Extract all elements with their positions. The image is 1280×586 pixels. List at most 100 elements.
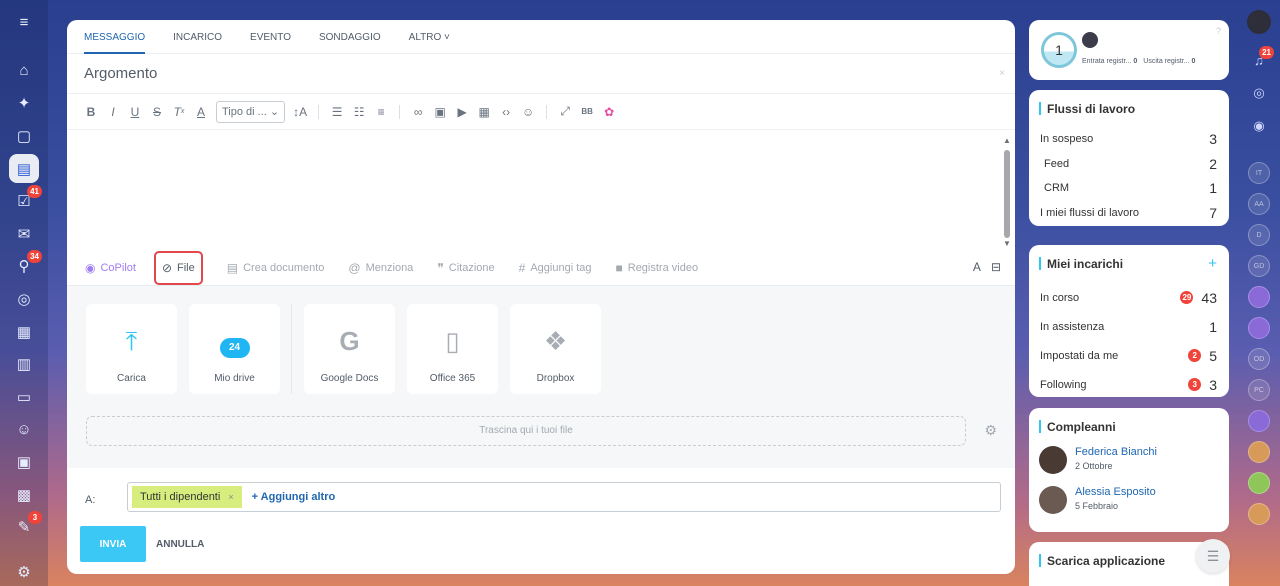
close-icon[interactable]: × [999,68,1005,79]
birthday-item[interactable]: Alessia Esposito 5 Febbraio [1029,486,1229,514]
tab-more[interactable]: ALTRO ˅ [409,20,450,54]
chat-avatar[interactable] [1248,410,1270,432]
tasks-icon[interactable]: ☑ 41 [9,184,42,216]
scroll-thumb[interactable] [1004,150,1010,238]
target-icon[interactable]: ◎ [9,285,39,314]
birthday-name[interactable]: Federica Bianchi [1075,446,1157,458]
add-tag-button[interactable]: # Aggiungi tag [519,255,592,281]
chat-avatar[interactable] [1248,286,1270,308]
file-dropzone[interactable]: Trascina qui i tuoi file [86,416,966,446]
workflows-pending-row[interactable]: In sospeso 3 [1029,126,1229,152]
code-icon[interactable]: ‹› [496,101,516,123]
close-icon[interactable]: × [228,486,233,508]
filter-icon[interactable]: ⚲ 34 [9,250,42,281]
users-icon[interactable]: ☺ [9,415,39,444]
ai-image-icon[interactable]: ✿ [599,101,619,123]
bold-icon[interactable]: B [81,101,101,123]
send-button[interactable]: INVIA [80,526,146,562]
menu-fab-button[interactable]: ☰ [1196,539,1230,573]
chat-avatar[interactable]: PC [1248,379,1270,401]
bell-icon[interactable]: ♫ 21 [1247,46,1274,72]
copilot-icon[interactable]: ◎ [1247,81,1271,105]
chat-avatar[interactable]: OD [1248,348,1270,370]
tasks-title[interactable]: Miei incarichi + [1029,245,1229,272]
record-video-button[interactable]: ■ Registra video [616,255,699,281]
chat-icon[interactable]: ▢ [9,122,39,151]
avatar[interactable] [1247,10,1271,34]
birthday-item[interactable]: Federica Bianchi 2 Ottobre [1029,446,1229,474]
tasks-following-row[interactable]: Following 3 3 [1029,370,1229,399]
tasks-set-by-me-row[interactable]: Impostati da me 2 5 [1029,341,1229,370]
chat-avatar[interactable]: AA [1248,193,1270,215]
bullet-list-icon[interactable]: ☷ [349,101,369,123]
table-icon[interactable]: ▦ [474,101,494,123]
office365-tile[interactable]: ▯ Office 365 [407,304,498,394]
create-document-button[interactable]: ▤ Crea documento [227,255,325,281]
birthdays-title[interactable]: Compleanni [1029,408,1229,434]
document-icon[interactable]: ▥ [9,350,39,379]
chat-avatar[interactable]: GD [1248,255,1270,277]
recipients-field[interactable]: Tutti i dipendenti × + Aggiungi altro [127,482,1001,512]
dropbox-tile[interactable]: ❖ Dropbox [510,304,601,394]
quote-button[interactable]: ❞ Citazione [437,255,494,281]
font-size-icon[interactable]: ↕A [290,101,310,123]
workflows-mine-row[interactable]: I miei flussi di lavoro 7 [1029,200,1229,226]
underline-icon[interactable]: U [125,101,145,123]
subject-input[interactable]: Argomento [84,65,157,82]
recipient-chip[interactable]: Tutti i dipendenti × [132,486,242,508]
file-button[interactable]: ⊘ File [153,250,203,285]
settings-icon[interactable]: ⚙ [9,558,39,586]
mention-button[interactable]: @ Menziona [348,255,413,281]
upload-tile[interactable]: ⤒ Carica [86,304,177,394]
bbcode-icon[interactable]: BB [577,101,597,123]
fullscreen-icon[interactable]: ⤢ [555,101,575,123]
link-icon[interactable]: ∞ [408,101,428,123]
help-icon[interactable]: ? [1216,26,1221,36]
workflows-feed-row[interactable]: Feed 2 [1029,152,1229,176]
scroll-up-icon[interactable]: ▲ [1003,136,1011,145]
feed-icon[interactable]: ▤ [9,154,39,183]
tasks-assisting-row[interactable]: In assistenza 1 [1029,312,1229,341]
copilot-button[interactable]: ◉ CoPilot [85,255,136,281]
tab-message[interactable]: MESSAGGIO [84,20,146,54]
tab-task[interactable]: INCARICO [173,20,222,54]
chat-avatar[interactable] [1248,472,1270,494]
timeman-widget[interactable]: 1 Entrata registr... 0 Uscita registr...… [1029,20,1229,80]
home-icon[interactable]: ⌂ [9,57,39,86]
cancel-button[interactable]: ANNULLA [156,539,204,550]
numbered-list-icon[interactable]: ☰ [327,101,347,123]
image-icon[interactable]: ▣ [430,101,450,123]
drive-icon[interactable]: ▭ [9,383,39,412]
tasks-in-progress-row[interactable]: In corso 29 43 [1029,283,1229,312]
add-recipient-link[interactable]: + Aggiungi altro [252,491,336,503]
message-editor[interactable]: ▲ ▼ [67,130,1015,250]
workflows-crm-row[interactable]: CRM 1 [1029,176,1229,200]
chat-avatar[interactable] [1248,317,1270,339]
menu-icon[interactable]: ≡ [9,8,39,37]
birthday-name[interactable]: Alessia Esposito [1075,486,1156,498]
tab-poll[interactable]: SONDAGGIO [319,20,381,54]
workflows-title[interactable]: Flussi di lavoro [1029,90,1229,116]
chat-avatar[interactable] [1248,441,1270,463]
tab-event[interactable]: EVENTO [250,20,291,54]
edit-icon[interactable]: ✎ 3 [9,510,42,542]
panel-icon[interactable]: ⊟ [991,260,1001,274]
mail-icon[interactable]: ✉ [9,220,39,249]
calendar-icon[interactable]: ▦ [9,317,39,346]
strikethrough-icon[interactable]: S [147,101,167,123]
text-color-icon[interactable]: A [191,101,211,123]
emoji-icon[interactable]: ☺ [518,101,538,123]
copilot-icon[interactable]: ✦ [9,89,39,118]
board-icon[interactable]: ▣ [9,448,39,477]
schedule-icon[interactable]: ▩ [9,480,39,509]
text-format-icon[interactable]: A [973,260,981,274]
clear-format-icon[interactable]: Tx [169,101,189,123]
italic-icon[interactable]: I [103,101,123,123]
google-docs-tile[interactable]: G Google Docs [304,304,395,394]
align-icon[interactable]: ≡ [371,101,391,123]
chat-avatar[interactable]: IT [1248,162,1270,184]
workday-counter[interactable]: 1 [1041,32,1077,68]
scroll-down-icon[interactable]: ▼ [1003,239,1011,248]
my-drive-tile[interactable]: 24 Mio drive [189,304,280,394]
video-icon[interactable]: ▶ [452,101,472,123]
